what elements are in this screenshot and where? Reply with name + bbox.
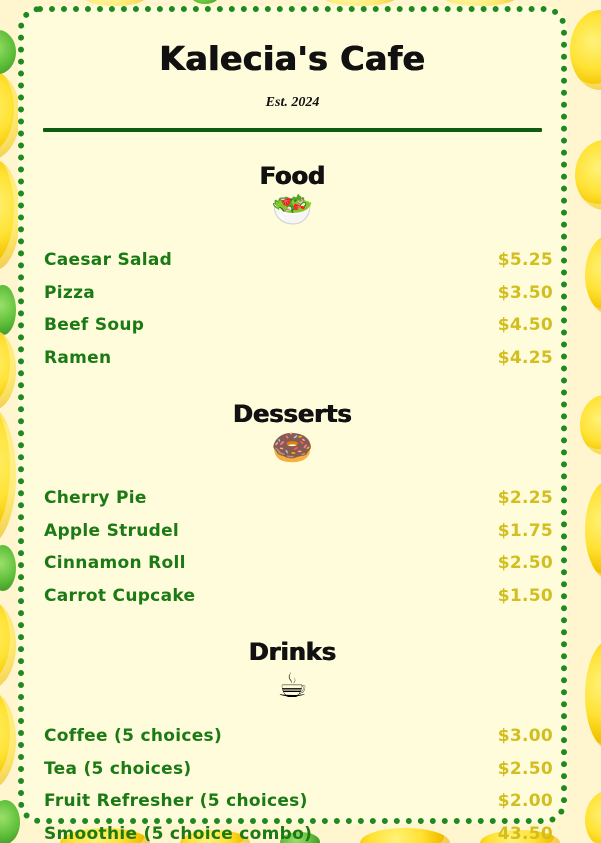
item-name: Cherry Pie <box>44 488 147 509</box>
donut-icon: 🍩 <box>271 428 314 468</box>
item-name: Cinnamon Roll <box>44 553 186 574</box>
item-price: 43.50 <box>497 823 553 843</box>
lemon-decoration <box>580 395 601 455</box>
menu-card: Kalecia's Cafe Est. 2024 Food 🥗 Caesar S… <box>18 6 567 843</box>
menu-item: Ramen $4.25 <box>44 342 553 375</box>
item-name: Beef Soup <box>44 315 145 336</box>
menu-item: Tea (5 choices) $2.50 <box>44 753 553 786</box>
item-name: Smoothie (5 choice combo) <box>44 823 313 843</box>
lemon-decoration <box>0 160 20 270</box>
menu-item: Apple Strudel $1.75 <box>44 515 553 548</box>
menu-header: Kalecia's Cafe Est. 2024 <box>24 12 561 112</box>
item-price: $5.25 <box>497 250 553 271</box>
menu-item: Smoothie (5 choice combo) 43.50 <box>44 818 553 843</box>
item-price: $2.50 <box>497 553 553 574</box>
section-title: Drinks <box>248 638 337 666</box>
lemon-decoration <box>575 140 601 210</box>
menu-item: Cherry Pie $2.25 <box>44 482 553 515</box>
menu-item: Coffee (5 choices) $3.00 <box>44 720 553 753</box>
header-divider <box>43 128 542 132</box>
lime-decoration <box>0 285 16 335</box>
lemon-decoration <box>570 10 601 90</box>
lemon-decoration <box>0 70 20 160</box>
section-desserts: Desserts 🍩 Cherry Pie $2.25 Apple Strude… <box>24 400 561 612</box>
lemon-decoration <box>585 640 601 750</box>
section-title: Desserts <box>233 400 352 428</box>
lemon-decoration <box>0 330 16 410</box>
lime-decoration <box>190 0 220 4</box>
menu-item: Caesar Salad $5.25 <box>44 244 553 277</box>
item-name: Caesar Salad <box>44 250 173 271</box>
menu-items: Cherry Pie $2.25 Apple Strudel $1.75 Cin… <box>24 482 561 612</box>
lemon-decoration <box>585 790 601 843</box>
menu-items: Coffee (5 choices) $3.00 Tea (5 choices)… <box>24 720 561 843</box>
item-price: $2.25 <box>497 488 553 509</box>
item-price: $4.50 <box>497 315 553 336</box>
item-name: Fruit Refresher (5 choices) <box>44 791 308 812</box>
menu-items: Caesar Salad $5.25 Pizza $3.50 Beef Soup… <box>24 244 561 374</box>
salad-bowl-icon: 🥗 <box>271 190 314 230</box>
menu-item: Cinnamon Roll $2.50 <box>44 547 553 580</box>
item-price: $3.00 <box>497 726 553 747</box>
section-food: Food 🥗 Caesar Salad $5.25 Pizza $3.50 Be… <box>24 162 561 374</box>
item-name: Tea (5 choices) <box>44 758 192 779</box>
section-title: Food <box>259 162 326 190</box>
section-drinks: Drinks ☕ Coffee (5 choices) $3.00 Tea (5… <box>24 638 561 843</box>
item-name: Coffee (5 choices) <box>44 726 223 747</box>
lime-decoration <box>0 545 16 591</box>
lime-decoration <box>0 30 16 74</box>
menu-item: Beef Soup $4.50 <box>44 309 553 342</box>
item-name: Apple Strudel <box>44 520 180 541</box>
lime-decoration <box>0 800 20 843</box>
cafe-title: Kalecia's Cafe <box>159 39 426 78</box>
item-price: $2.00 <box>497 791 553 812</box>
item-name: Pizza <box>44 282 96 303</box>
menu-item: Fruit Refresher (5 choices) $2.00 <box>44 785 553 818</box>
established-subtitle: Est. 2024 <box>265 95 320 110</box>
item-name: Ramen <box>44 347 112 368</box>
item-price: $3.50 <box>497 282 553 303</box>
lemon-decoration <box>585 235 601 315</box>
coffee-cup-icon: ☕ <box>277 666 308 706</box>
item-price: $2.50 <box>497 758 553 779</box>
menu-item: Carrot Cupcake $1.50 <box>44 580 553 613</box>
lemon-decoration <box>585 480 601 580</box>
menu-item: Pizza $3.50 <box>44 277 553 310</box>
item-price: $1.50 <box>497 585 553 606</box>
lemon-decoration <box>0 600 16 690</box>
lemon-decoration <box>0 690 16 790</box>
item-price: $4.25 <box>497 347 553 368</box>
item-price: $1.75 <box>497 520 553 541</box>
item-name: Carrot Cupcake <box>44 585 196 606</box>
lemon-decoration <box>0 405 16 545</box>
